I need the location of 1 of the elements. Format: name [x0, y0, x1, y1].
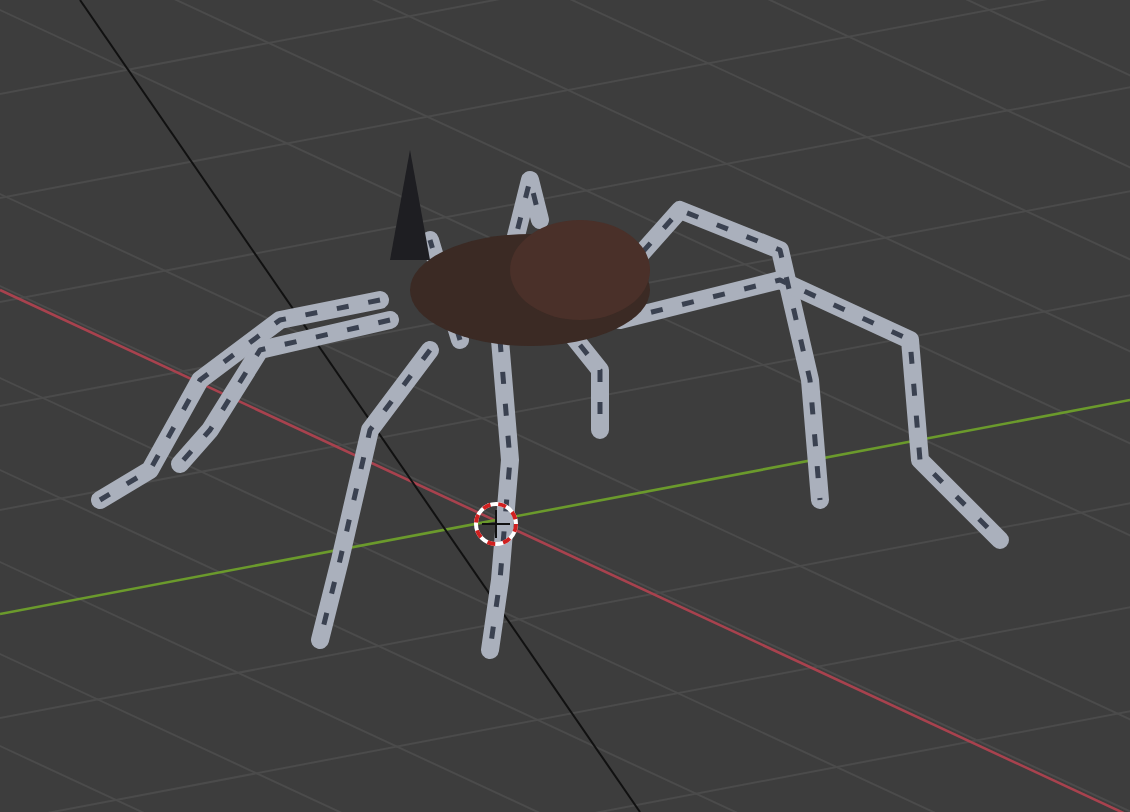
3d-cursor-icon[interactable]	[474, 502, 518, 546]
